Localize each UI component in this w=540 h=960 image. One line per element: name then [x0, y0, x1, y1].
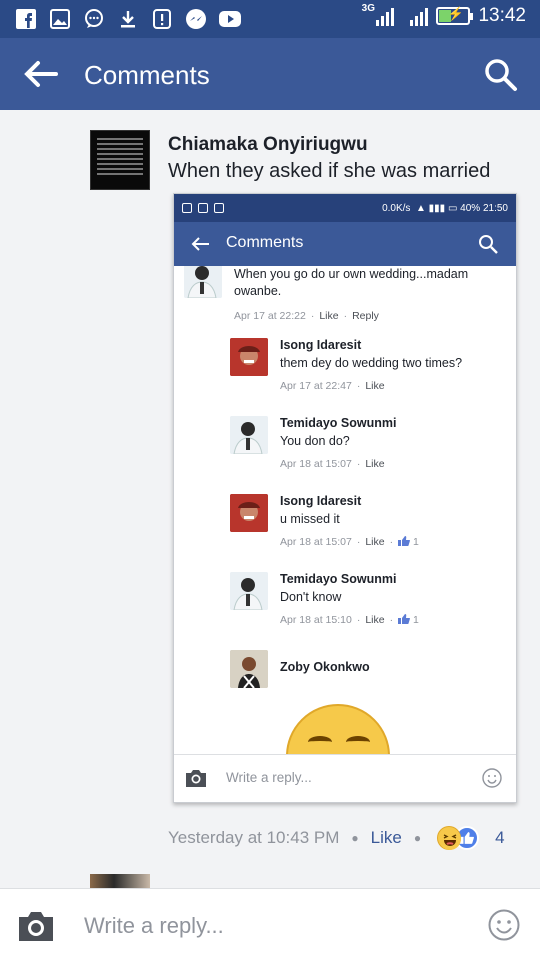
- comment-text: When you go do ur own wedding...madam ow…: [234, 266, 504, 300]
- comment-time: Apr 18 at 15:07: [280, 536, 352, 548]
- inner-speed: 0.0K/s: [382, 202, 411, 214]
- list-item: When you go do ur own wedding...madam ow…: [184, 266, 504, 330]
- signal-2-icon: [410, 6, 429, 26]
- avatar: [230, 650, 268, 688]
- list-item: Temidayo Sowunmi You don do? Apr 18 at 1…: [230, 416, 510, 476]
- battery-icon: ⚡: [436, 6, 474, 25]
- comment-author: Zoby Okonkwo: [280, 660, 370, 674]
- like-link: Like: [319, 310, 339, 322]
- avatar: [230, 572, 268, 610]
- laughing-emoji-icon: [286, 704, 390, 754]
- inner-search-icon: [479, 235, 498, 254]
- messenger-icon: [184, 7, 208, 31]
- avatar: [230, 338, 268, 376]
- reactions[interactable]: [437, 826, 480, 850]
- avatar[interactable]: [90, 130, 150, 190]
- like-link: Like: [365, 536, 385, 548]
- app-bar: Comments: [0, 38, 540, 110]
- search-icon[interactable]: [482, 56, 518, 92]
- comment-author: Isong Idaresit: [280, 338, 362, 352]
- attached-screenshot[interactable]: 0.0K/s ▲ ▮▮▮ ▭ 40% 21:50 Comments When y…: [173, 193, 517, 803]
- separator-dot: ●: [413, 831, 422, 845]
- like-thumb-icon: [398, 536, 411, 546]
- comment-meta: Apr 18 at 15:07 · Like · 1: [280, 536, 419, 548]
- comment-meta: Yesterday at 10:43 PM ● Like ● 4: [168, 826, 505, 850]
- comment-text: When they asked if she was married: [168, 160, 491, 182]
- inner-back-arrow-icon: [191, 237, 209, 251]
- reply-bar: Write a reply...: [0, 888, 540, 960]
- like-count: 1: [413, 614, 419, 626]
- list-item: Isong Idaresit them dey do wedding two t…: [230, 338, 510, 398]
- comment-author: Temidayo Sowunmi: [280, 416, 397, 430]
- comment-text: You don do?: [280, 434, 350, 448]
- comment-author: Isong Idaresit: [280, 494, 362, 508]
- next-comment-avatar: [90, 874, 150, 888]
- comment-meta: Apr 18 at 15:07 · Like: [280, 458, 385, 470]
- comment-time: Yesterday at 10:43 PM: [168, 828, 340, 847]
- inner-reply-placeholder: Write a reply...: [226, 770, 312, 785]
- inner-reply-bar: Write a reply...: [174, 754, 516, 802]
- inner-status-right: 0.0K/s ▲ ▮▮▮ ▭ 40% 21:50: [382, 202, 508, 214]
- inner-battery: 40%: [460, 202, 481, 214]
- chat-icon: [82, 7, 106, 31]
- inner-smiley-icon: [482, 768, 502, 788]
- comment-line: When you go do ur own wedding...madam: [234, 267, 469, 281]
- comment-text: u missed it: [280, 512, 340, 526]
- list-item: Temidayo Sowunmi Don't know Apr 18 at 15…: [230, 572, 510, 632]
- list-item: Zoby Okonkwo: [230, 650, 510, 694]
- comment-meta: Apr 18 at 15:10 · Like · 1: [280, 614, 419, 626]
- back-arrow-icon[interactable]: [22, 58, 58, 90]
- inner-page-title: Comments: [226, 234, 304, 251]
- avatar: [230, 494, 268, 532]
- reply-link: Reply: [352, 310, 379, 322]
- like-link: Like: [365, 380, 385, 392]
- inner-notification-icons: [182, 203, 224, 213]
- alert-icon: [150, 7, 174, 31]
- like-link: Like: [365, 458, 385, 470]
- status-bar: 3G ⚡ 13:42: [0, 0, 540, 38]
- comment-line: owanbe.: [234, 284, 282, 298]
- comment-text: Don't know: [280, 590, 342, 604]
- facebook-icon: [14, 7, 38, 31]
- download-icon: [116, 7, 140, 31]
- gallery-icon: [48, 7, 72, 31]
- youtube-icon: [218, 7, 242, 31]
- like-button[interactable]: Like: [371, 828, 402, 848]
- comment-author: Temidayo Sowunmi: [280, 572, 397, 586]
- like-thumb-icon: [398, 614, 411, 624]
- separator-dot: ●: [351, 831, 359, 845]
- reaction-count[interactable]: 4: [495, 828, 504, 848]
- smiley-icon[interactable]: [488, 909, 520, 941]
- inner-comment-list: When you go do ur own wedding...madam ow…: [174, 266, 516, 754]
- comment-time: Apr 17 at 22:22: [234, 310, 306, 322]
- network-type: 3G: [361, 3, 375, 14]
- like-count: 1: [413, 536, 419, 548]
- notification-icons: [14, 7, 242, 31]
- list-item: Isong Idaresit u missed it Apr 18 at 15:…: [230, 494, 510, 554]
- inner-status-bar: 0.0K/s ▲ ▮▮▮ ▭ 40% 21:50: [174, 194, 516, 222]
- inner-camera-icon: [186, 770, 206, 787]
- comment-author[interactable]: Chiamaka Onyiriugwu: [168, 134, 368, 156]
- comment-time: Apr 18 at 15:10: [280, 614, 352, 626]
- avatar: [230, 416, 268, 454]
- comment-meta: Apr 17 at 22:47 · Like: [280, 380, 385, 392]
- comment-time: Apr 17 at 22:47: [280, 380, 352, 392]
- avatar: [184, 266, 222, 298]
- reply-input[interactable]: Write a reply...: [84, 913, 224, 939]
- comment-meta: Apr 17 at 22:22 · Like · Reply: [234, 310, 379, 322]
- like-link: Like: [365, 614, 385, 626]
- comment-text: them dey do wedding two times?: [280, 356, 463, 370]
- page-title: Comments: [84, 60, 210, 90]
- haha-reaction-icon: [437, 826, 462, 850]
- comment-time: Apr 18 at 15:07: [280, 458, 352, 470]
- clock: 13:42: [478, 5, 526, 26]
- inner-app-bar: Comments: [174, 222, 516, 266]
- camera-icon[interactable]: [16, 909, 56, 943]
- signal-icon: [376, 6, 395, 26]
- inner-time: 21:50: [482, 202, 508, 214]
